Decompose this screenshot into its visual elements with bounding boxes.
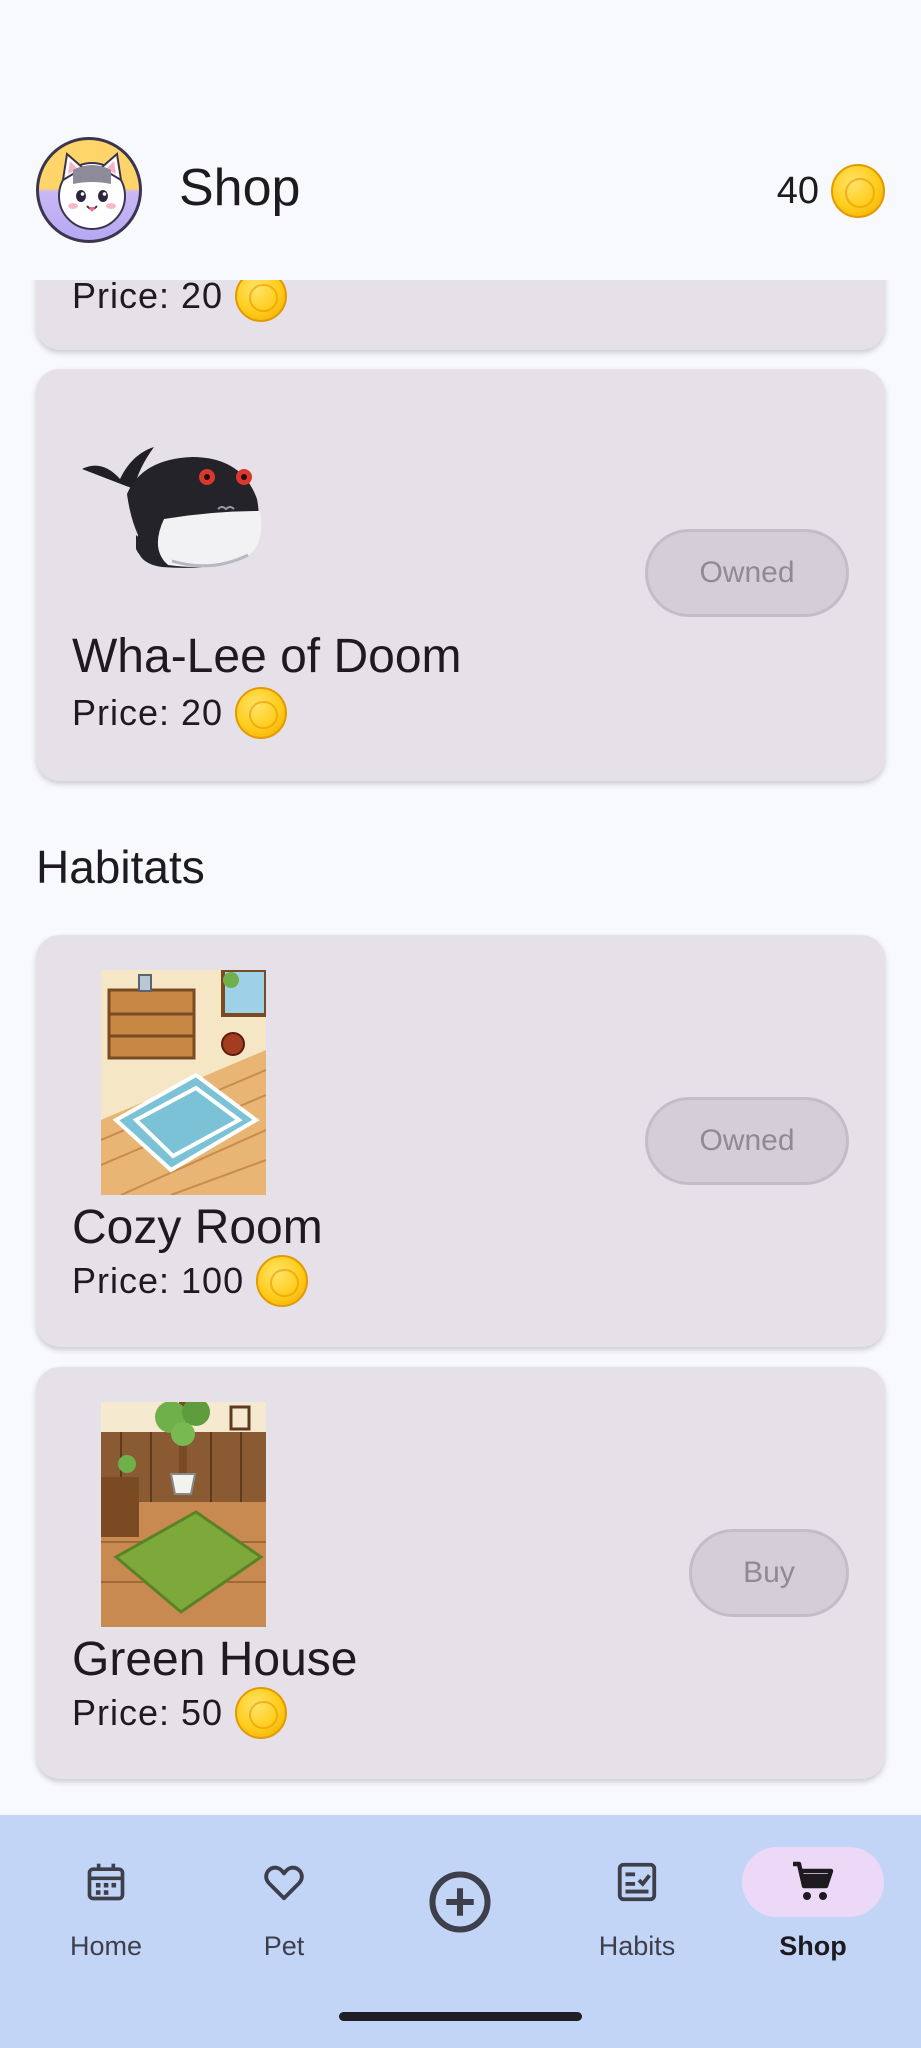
cozy-room-image	[101, 970, 266, 1195]
section-title-habitats: Habitats	[36, 841, 205, 893]
cat-avatar-icon[interactable]	[36, 137, 142, 243]
nav-item-shop[interactable]: Shop	[738, 1847, 888, 1987]
nav-label-habits: Habits	[598, 1931, 676, 1961]
habitat-price-label: Price: 100	[72, 1260, 245, 1301]
nav-label-pet: Pet	[263, 1931, 305, 1961]
coin-icon	[235, 687, 288, 739]
nav-item-home[interactable]: Home	[31, 1847, 181, 1987]
coin-icon	[235, 1687, 288, 1739]
item-price: Price: 20	[72, 687, 288, 739]
item-price-label: Price: 20	[72, 692, 224, 733]
nav-item-habits[interactable]: Habits	[562, 1847, 712, 1987]
habitat-name: Cozy Room	[72, 1201, 323, 1254]
app-header: Shop 40	[0, 100, 921, 280]
owned-button[interactable]: Owned	[645, 1097, 849, 1185]
item-price-label: Price: 20	[72, 280, 224, 316]
whale-pet-image	[72, 439, 272, 579]
item-price: Price: 20	[72, 280, 288, 322]
heart-icon	[264, 1865, 304, 1901]
checklist-icon	[617, 1862, 657, 1902]
nav-label-shop: Shop	[779, 1931, 847, 1961]
habitat-price: Price: 100	[72, 1255, 309, 1307]
habitat-price-label: Price: 50	[72, 1692, 224, 1733]
coin-balance: 40	[777, 164, 885, 218]
cart-icon	[793, 1861, 834, 1900]
habitat-card: Cozy Room Price: 100 Owned	[36, 935, 885, 1347]
green-house-image	[101, 1402, 266, 1627]
add-circle-icon	[429, 1871, 491, 1933]
page-title: Shop	[179, 159, 301, 217]
buy-button[interactable]: Buy	[689, 1529, 849, 1617]
calendar-icon	[87, 1863, 125, 1901]
habitat-price: Price: 50	[72, 1687, 288, 1739]
nav-item-add[interactable]	[385, 1847, 535, 1987]
status-bar	[0, 0, 921, 100]
home-indicator[interactable]	[339, 2012, 582, 2021]
coin-icon	[256, 1255, 309, 1307]
coin-icon	[831, 164, 885, 218]
shop-item-card: Wha-Lee of Doom Price: 20 Owned	[36, 369, 885, 781]
habitat-name: Green House	[72, 1633, 358, 1686]
habitat-card: Green House Price: 50 Buy	[36, 1367, 885, 1779]
owned-button[interactable]: Owned	[645, 529, 849, 617]
shop-content[interactable]: Price: 20 Wha-Lee of Doom Price: 20 Owne…	[0, 280, 921, 1815]
coin-icon	[235, 280, 288, 322]
shop-item-card: Price: 20	[36, 280, 885, 350]
nav-item-pet[interactable]: Pet	[209, 1847, 359, 1987]
item-name: Wha-Lee of Doom	[72, 630, 462, 683]
nav-label-home: Home	[69, 1931, 143, 1961]
coin-balance-value: 40	[776, 169, 819, 212]
